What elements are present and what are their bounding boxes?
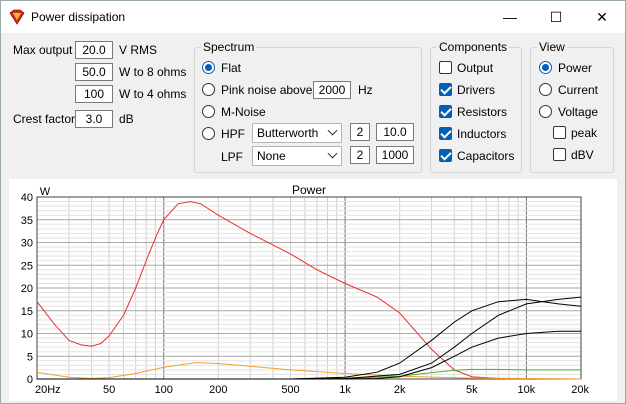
current-label: Current xyxy=(558,83,599,97)
y-tick-label: 5 xyxy=(27,351,33,363)
lpf-label: LPF xyxy=(221,150,244,164)
y-tick-label: 35 xyxy=(21,215,33,227)
drivers-label: Drivers xyxy=(457,83,495,97)
y-tick-label: 15 xyxy=(21,306,33,318)
output-checkbox[interactable] xyxy=(439,61,452,74)
resistors-checkbox[interactable] xyxy=(439,105,452,118)
max-output-unit: V RMS xyxy=(119,43,158,57)
x-tick-label: 10k xyxy=(518,384,536,396)
max-output-label: Max output xyxy=(13,43,73,57)
dbv-checkbox[interactable] xyxy=(553,148,566,161)
lpf-freq-field[interactable]: 1000 xyxy=(376,146,414,164)
max-output-field[interactable]: 20.0 xyxy=(75,41,113,59)
hpf-type-select[interactable]: Butterworth xyxy=(252,123,342,143)
output-label: Output xyxy=(457,61,494,75)
x-tick-label: 20Hz xyxy=(35,384,61,396)
x-tick-label: 1k xyxy=(339,384,351,396)
pink-noise-freq-field[interactable]: 2000 xyxy=(313,81,351,99)
y-tick-label: 10 xyxy=(21,329,33,341)
resistors-label: Resistors xyxy=(457,105,508,119)
inductors-checkbox[interactable] xyxy=(439,127,452,140)
x-tick-label: 500 xyxy=(281,384,299,396)
spectrum-group-title: Spectrum xyxy=(201,40,257,54)
peak-label: peak xyxy=(571,126,598,140)
current-radio[interactable] xyxy=(539,83,552,96)
y-tick-label: 25 xyxy=(21,260,33,272)
peak-checkbox[interactable] xyxy=(553,126,566,139)
crest-factor-unit: dB xyxy=(119,112,134,126)
flat-label: Flat xyxy=(221,61,242,75)
x-tick-label: 5k xyxy=(466,384,478,396)
lpf-type-select[interactable]: None xyxy=(252,146,342,166)
power-radio[interactable] xyxy=(539,61,552,74)
watts-8ohm-unit: W to 8 ohms xyxy=(119,65,187,79)
inductors-label: Inductors xyxy=(457,127,507,141)
lpf-type-value: None xyxy=(257,149,286,163)
voltage-radio[interactable] xyxy=(539,105,552,118)
x-tick-label: 50 xyxy=(103,384,115,396)
watts-4ohm-field[interactable]: 100 xyxy=(75,85,113,103)
m-noise-radio[interactable] xyxy=(202,105,215,118)
flat-radio[interactable] xyxy=(202,61,215,74)
lpf-order-field[interactable]: 2 xyxy=(350,146,370,164)
y-tick-label: 20 xyxy=(21,283,33,295)
watts-8ohm-field[interactable]: 50.0 xyxy=(75,63,113,81)
hpf-order-field[interactable]: 2 xyxy=(350,123,370,141)
hpf-freq-field[interactable]: 10.0 xyxy=(376,123,414,141)
app-logo-icon xyxy=(9,9,25,25)
series-line-3 xyxy=(37,298,582,380)
capacitors-checkbox[interactable] xyxy=(439,149,452,162)
y-tick-label: 30 xyxy=(21,238,33,250)
power-dissipation-window: Power dissipation — ☐ ✕ Max output 20.0 … xyxy=(0,0,626,404)
chevron-down-icon xyxy=(327,148,338,159)
x-tick-label: 2k xyxy=(394,384,406,396)
x-tick-label: 200 xyxy=(209,384,227,396)
watts-4ohm-unit: W to 4 ohms xyxy=(119,87,187,101)
voltage-label: Voltage xyxy=(558,105,599,119)
pink-noise-radio[interactable] xyxy=(202,83,215,96)
crest-factor-label: Crest factor xyxy=(13,112,76,126)
hpf-label: HPF xyxy=(221,127,245,141)
minimize-button[interactable]: — xyxy=(487,1,533,33)
series-line-0 xyxy=(36,201,527,380)
window-title: Power dissipation xyxy=(31,10,126,24)
m-noise-label: M-Noise xyxy=(221,105,266,119)
components-group-title: Components xyxy=(437,40,510,54)
chevron-down-icon xyxy=(327,125,338,136)
maximize-button[interactable]: ☐ xyxy=(533,1,579,33)
capacitors-label: Capacitors xyxy=(457,149,515,163)
hpf-radio[interactable] xyxy=(202,127,215,140)
x-tick-label: 100 xyxy=(155,384,173,396)
power-chart-panel: 0 5 10 15 20 25 30 35 40 20Hz 50 100 200 500 1k 2k 5k 10k… xyxy=(9,179,617,401)
chart-title: Power xyxy=(292,183,326,197)
power-chart: 0 5 10 15 20 25 30 35 40 20Hz 50 100 200 500 1k 2k 5k 10k… xyxy=(21,183,590,396)
view-group-title: View xyxy=(537,40,567,54)
pink-noise-label: Pink noise above xyxy=(221,83,313,97)
title-bar[interactable]: Power dissipation — ☐ ✕ xyxy=(1,1,625,33)
power-label: Power xyxy=(558,61,593,75)
y-tick-label: 40 xyxy=(21,192,33,204)
crest-factor-field[interactable]: 3.0 xyxy=(75,110,113,128)
close-button[interactable]: ✕ xyxy=(579,1,625,33)
x-tick-label: 20k xyxy=(571,384,589,396)
pink-noise-unit: Hz xyxy=(358,83,373,97)
y-axis-label: W xyxy=(40,186,51,198)
dbv-label: dBV xyxy=(571,148,594,162)
y-tick-label: 0 xyxy=(27,374,33,386)
drivers-checkbox[interactable] xyxy=(439,83,452,96)
hpf-type-value: Butterworth xyxy=(257,126,319,140)
